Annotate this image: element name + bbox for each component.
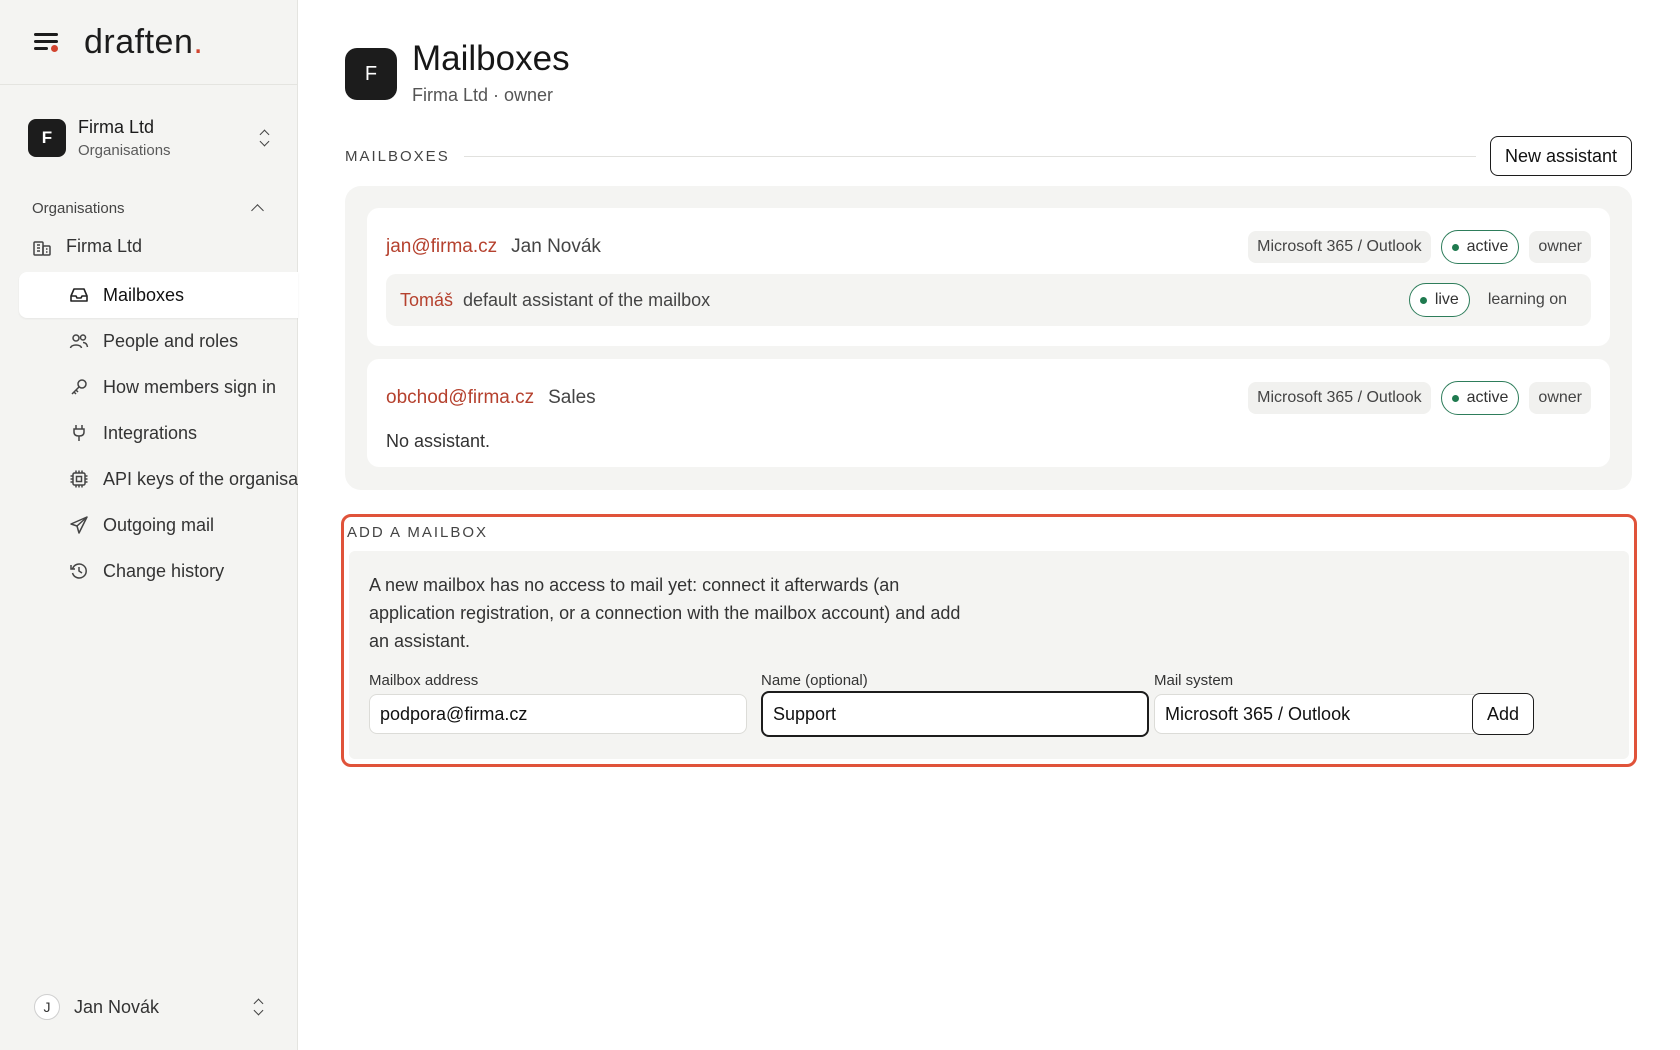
sidebar-item-label: Outgoing mail: [103, 514, 215, 535]
page-title: Mailboxes: [412, 39, 570, 78]
status-dot-icon: [1451, 394, 1459, 402]
sidebar-org-label: Firma Ltd: [66, 236, 143, 256]
sidebar-item-sign-in[interactable]: How members sign in: [19, 364, 298, 410]
mail-system-label: Mail system: [1154, 672, 1234, 689]
add-mailbox-description: A new mailbox has no access to mail yet:…: [369, 575, 961, 651]
sidebar-item-label: People and roles: [103, 330, 239, 351]
mail-system-value: Microsoft 365 / Outlook: [1165, 703, 1351, 724]
add-mailbox-section: ADD A MAILBOX A new mailbox has no acces…: [341, 514, 1637, 767]
divider: [463, 155, 1476, 157]
page-header: F Mailboxes Firma Ltd · owner: [345, 39, 570, 106]
chevron-up-icon: [251, 204, 264, 217]
sidebar-item-change-history[interactable]: Change history: [19, 548, 298, 594]
organisations-section-toggle[interactable]: Organisations: [32, 200, 266, 217]
sidebar-item-label: Change history: [103, 560, 225, 581]
assistant-description: default assistant of the mailbox: [463, 289, 711, 310]
assistant-name-link[interactable]: Tomáš: [400, 290, 453, 311]
organisation-switcher[interactable]: F Firma Ltd Organisations: [28, 117, 272, 159]
mailbox-address-label: Mailbox address: [369, 672, 479, 689]
name-label: Name (optional): [761, 672, 868, 689]
sidebar-item-outgoing-mail[interactable]: Outgoing mail: [19, 502, 298, 548]
history-icon: [70, 563, 87, 579]
org-switcher-name: Firma Ltd: [78, 117, 155, 137]
status-dot-icon: [1451, 243, 1459, 251]
chevron-up-down-icon: [252, 997, 266, 1017]
section-label: Organisations: [32, 200, 125, 217]
learning-state: learning on: [1487, 291, 1567, 308]
building-icon: [33, 240, 51, 256]
logo: draften.: [84, 22, 204, 61]
status-badge: active: [1440, 230, 1520, 264]
org-avatar: F: [28, 119, 66, 157]
mailboxes-section-header: MAILBOXES New assistant: [345, 136, 1632, 176]
mail-system-tag: Microsoft 365 / Outlook: [1248, 231, 1431, 263]
mailbox-name: Sales: [548, 387, 596, 408]
page-avatar: F: [345, 48, 397, 100]
assistant-row[interactable]: Tomáš default assistant of the mailbox l…: [386, 274, 1591, 326]
sidebar-item-label: API keys of the organisation: [103, 468, 298, 489]
status-dot-icon: [1419, 296, 1427, 304]
sidebar-item-api-keys[interactable]: API keys of the organisation: [19, 456, 298, 502]
user-menu[interactable]: J Jan Novák: [34, 994, 266, 1020]
chip-icon: [70, 470, 88, 488]
mail-system-tag: Microsoft 365 / Outlook: [1248, 382, 1431, 414]
status-badge: active: [1440, 381, 1520, 415]
mailbox-card: obchod@firma.cz Sales Microsoft 365 / Ou…: [367, 359, 1610, 467]
main-content: F Mailboxes Firma Ltd · owner MAILBOXES …: [298, 0, 1680, 1050]
chevron-up-down-icon: [258, 128, 272, 148]
mailbox-email-link[interactable]: obchod@firma.cz: [386, 387, 534, 409]
key-icon: [71, 379, 87, 395]
sidebar-item-label: Mailboxes: [103, 284, 185, 305]
sidebar: draften. F Firma Ltd Organisations Organ…: [0, 0, 298, 1050]
add-button[interactable]: Add: [1472, 693, 1535, 735]
sidebar-org-firma[interactable]: Firma Ltd: [32, 236, 142, 257]
sidebar-item-integrations[interactable]: Integrations: [19, 410, 298, 456]
sidebar-item-label: Integrations: [103, 422, 198, 443]
role-tag: owner: [1529, 231, 1591, 263]
page-subtitle: Firma Ltd · owner: [412, 84, 554, 105]
user-name: Jan Novák: [74, 996, 160, 1017]
mailbox-email-link[interactable]: jan@firma.cz: [386, 236, 497, 258]
name-input[interactable]: Support: [761, 691, 1149, 737]
role-tag: owner: [1529, 382, 1591, 414]
mailbox-address-input[interactable]: podpora@firma.cz: [369, 694, 747, 734]
brand-bar: draften.: [0, 0, 297, 85]
mailbox-list: jan@firma.cz Jan Novák Microsoft 365 / O…: [345, 186, 1632, 490]
new-assistant-button[interactable]: New assistant: [1489, 136, 1632, 176]
menu-icon[interactable]: [32, 30, 60, 54]
plug-icon: [73, 425, 85, 441]
sidebar-nav: Mailboxes People and roles How members s…: [19, 272, 298, 594]
no-assistant-text: No assistant.: [386, 431, 491, 451]
users-icon: [69, 334, 89, 349]
sidebar-item-people[interactable]: People and roles: [19, 318, 298, 364]
add-mailbox-form: A new mailbox has no access to mail yet:…: [349, 551, 1629, 759]
user-avatar: J: [34, 994, 60, 1020]
send-icon: [70, 516, 88, 534]
live-badge: live: [1408, 283, 1470, 317]
mailbox-name: Jan Novák: [511, 236, 601, 257]
inbox-icon: [70, 288, 88, 302]
mailbox-card: jan@firma.cz Jan Novák Microsoft 365 / O…: [367, 208, 1610, 346]
section-label: ADD A MAILBOX: [347, 524, 489, 541]
org-switcher-subtitle: Organisations: [78, 142, 171, 159]
sidebar-item-mailboxes[interactable]: Mailboxes: [19, 272, 298, 318]
sidebar-item-label: How members sign in: [103, 376, 277, 397]
section-label: MAILBOXES: [345, 147, 450, 165]
